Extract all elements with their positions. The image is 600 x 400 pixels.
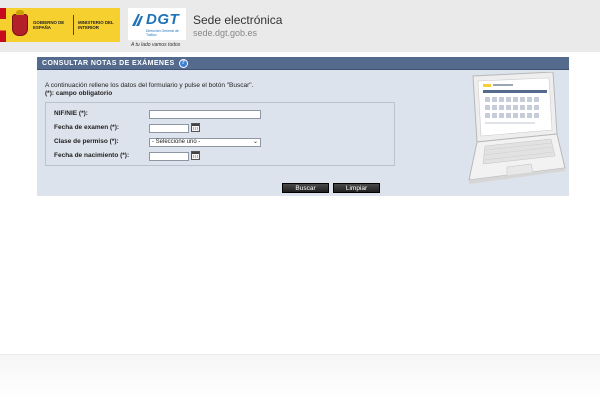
exam-date-input[interactable] — [149, 124, 189, 133]
form-instructions: A continuación rellene los datos del for… — [45, 82, 254, 89]
site-title[interactable]: Sede electrónica — [193, 13, 282, 27]
nif-input[interactable] — [149, 110, 261, 119]
panel-title: CONSULTAR NOTAS DE EXÁMENES — [42, 59, 175, 67]
exam-results-form-panel: CONSULTAR NOTAS DE EXÁMENES ? A continua… — [37, 57, 569, 196]
dgt-wordmark: DGT — [146, 11, 180, 28]
permit-class-select[interactable]: - Seleccione uno - ⌄ — [149, 138, 261, 147]
permit-class-row: Clase de permiso (*): - Seleccione uno -… — [46, 136, 394, 148]
coat-of-arms-icon — [12, 10, 28, 36]
help-icon[interactable]: ? — [178, 58, 188, 68]
nif-row: NIF/NIE (*): — [46, 108, 394, 120]
calendar-icon[interactable] — [191, 151, 200, 160]
birth-date-row: Fecha de nacimiento (*): — [46, 150, 394, 162]
calendar-icon[interactable] — [191, 123, 200, 132]
dgt-mark-icon — [132, 14, 143, 26]
ministry-label: MINISTERIO DEL INTERIOR — [78, 20, 114, 30]
nif-label: NIF/NIE (*): — [54, 110, 88, 117]
dgt-tagline: A tu lado vamos todos — [131, 42, 181, 48]
search-button[interactable]: Buscar — [282, 183, 329, 193]
birth-date-input[interactable] — [149, 152, 189, 161]
exam-date-label: Fecha de examen (*): — [54, 124, 120, 131]
page: GOBIERNO DE ESPAÑA MINISTERIO DEL INTERI… — [0, 0, 600, 400]
permit-class-selected: - Seleccione uno - — [152, 139, 201, 145]
required-note: (*): campo obligatorio — [45, 90, 113, 97]
page-footer-band — [0, 354, 600, 400]
form-fields: NIF/NIE (*): Fecha de examen (*): Clase … — [45, 102, 395, 166]
site-url[interactable]: sede.dgt.gob.es — [193, 28, 257, 38]
dgt-subtitle: Dirección General de Tráfico — [146, 29, 179, 37]
government-label: GOBIERNO DE ESPAÑA — [33, 20, 65, 30]
site-header: GOBIERNO DE ESPAÑA MINISTERIO DEL INTERI… — [0, 0, 600, 52]
exam-date-row: Fecha de examen (*): — [46, 122, 394, 134]
panel-header: CONSULTAR NOTAS DE EXÁMENES ? — [37, 57, 569, 70]
government-logo[interactable]: GOBIERNO DE ESPAÑA MINISTERIO DEL INTERI… — [0, 8, 120, 42]
birth-date-label: Fecha de nacimiento (*): — [54, 152, 130, 159]
permit-class-label: Clase de permiso (*): — [54, 138, 119, 145]
laptop-illustration — [468, 72, 566, 184]
dgt-logo[interactable]: DGT Dirección General de Tráfico — [128, 8, 186, 40]
spain-flag-icon — [0, 8, 6, 42]
chevron-down-icon: ⌄ — [252, 139, 258, 145]
clear-button[interactable]: Limpiar — [333, 183, 380, 193]
logo-divider — [73, 15, 74, 35]
